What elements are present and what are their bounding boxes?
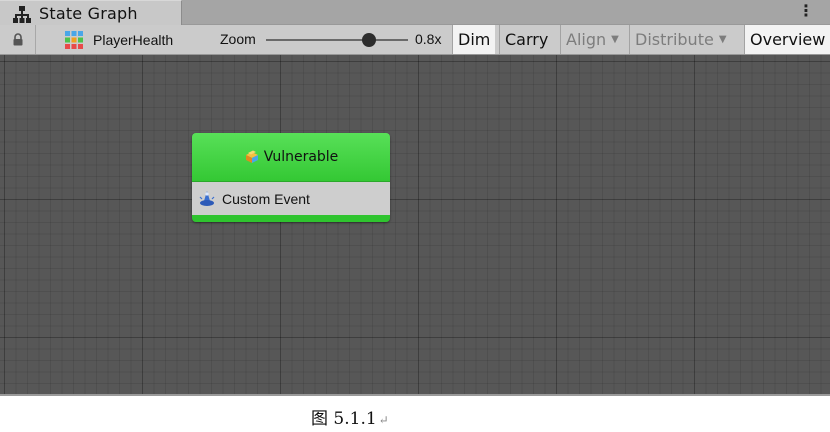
state-graph-icon <box>12 4 32 24</box>
chevron-down-icon: ▼ <box>611 34 619 45</box>
dim-button[interactable]: Dim <box>452 25 496 54</box>
caption-text: 图 5.1.1 <box>311 409 377 429</box>
carry-button[interactable]: Carry <box>499 25 554 54</box>
event-label: Custom Event <box>222 190 310 207</box>
window-bottom-edge <box>0 394 830 396</box>
state-icon <box>245 150 258 163</box>
kebab-menu-icon[interactable]: ⋮ <box>798 2 814 20</box>
figure-caption: 图 5.1.1 ↵ <box>311 404 389 429</box>
zoom-label: Zoom <box>220 31 256 47</box>
align-label: Align <box>566 30 607 49</box>
tab-state-graph[interactable]: State Graph <box>0 0 182 26</box>
asset-name: PlayerHealth <box>93 31 174 48</box>
tab-title: State Graph <box>39 4 138 23</box>
lock-toggle[interactable] <box>0 25 36 54</box>
distribute-dropdown[interactable]: Distribute ▼ <box>629 25 732 54</box>
lock-icon <box>13 33 22 46</box>
chevron-down-icon: ▼ <box>718 34 727 45</box>
state-graph-window: State Graph ⋮ PlayerHealth Zoom 0.8x Dim… <box>0 0 830 396</box>
state-node-footer <box>192 215 390 222</box>
tab-strip: State Graph ⋮ <box>0 0 830 26</box>
distribute-label: Distribute <box>635 30 714 49</box>
align-dropdown[interactable]: Align ▼ <box>560 25 624 54</box>
return-mark-icon: ↵ <box>378 413 389 427</box>
custom-event-icon <box>199 190 215 206</box>
state-node-title: Vulnerable <box>263 149 339 165</box>
state-machine-asset-icon <box>65 30 83 49</box>
asset-field[interactable]: PlayerHealth <box>64 25 173 54</box>
zoom-slider-thumb[interactable] <box>362 33 376 47</box>
event-row[interactable]: Custom Event <box>192 182 390 215</box>
state-node[interactable]: Vulnerable Custom Event <box>192 133 390 222</box>
graph-toolbar: PlayerHealth Zoom 0.8x Dim Carry Align ▼… <box>0 25 830 55</box>
overview-button[interactable]: Overview <box>744 25 830 54</box>
graph-canvas[interactable] <box>0 55 830 394</box>
zoom-value: 0.8x <box>415 31 442 47</box>
zoom-slider[interactable] <box>266 33 408 47</box>
state-node-header[interactable]: Vulnerable <box>192 133 390 182</box>
